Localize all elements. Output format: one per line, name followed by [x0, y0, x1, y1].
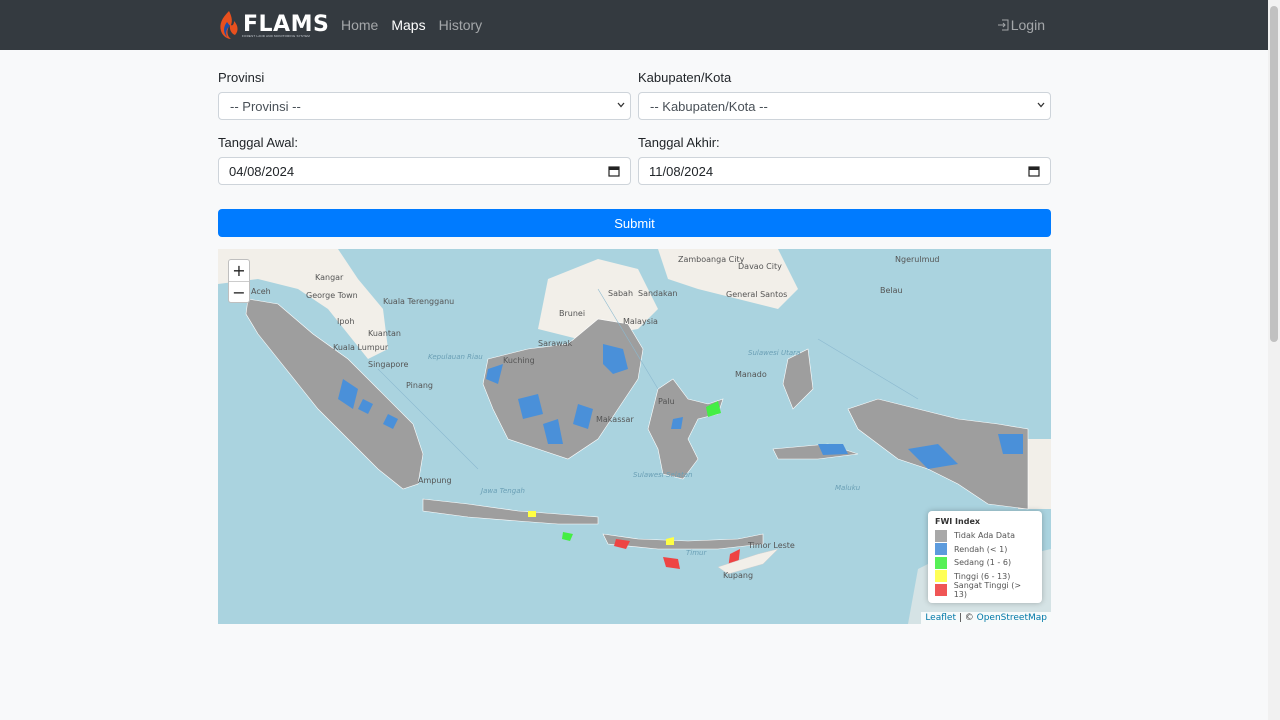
map-label-aceh: Aceh [251, 287, 271, 296]
tanggal-awal-label: Tanggal Awal: [218, 135, 298, 150]
nav-links: Home Maps History [341, 0, 482, 50]
fwi-map[interactable]: Kangar George Town Kuala Terengganu Ipoh… [218, 249, 1051, 624]
legend-swatch-tinggi [935, 570, 947, 583]
brand-logo[interactable]: FLAMS FOREST LAND AND MONITORING SYSTEM [218, 10, 329, 40]
legend-swatch-sangat-tinggi [935, 583, 947, 596]
osm-link[interactable]: OpenStreetMap [977, 613, 1047, 623]
legend-row: Tidak Ada Data [935, 529, 1035, 543]
provinsi-select[interactable]: -- Provinsi -- [218, 92, 631, 120]
map-label-brunei: Brunei [559, 309, 586, 318]
map-attribution: Leaflet | © OpenStreetMap [921, 612, 1051, 624]
legend-row: Sangat Tinggi (> 13) [935, 580, 1035, 599]
map-label-davao: Davao City [738, 262, 782, 271]
login-icon [997, 19, 1009, 31]
sea-label-maluku: Maluku [835, 484, 861, 492]
map-label-ampung: Ampung [418, 476, 452, 485]
map-label-ngerulmud: Ngerulmud [895, 255, 940, 264]
sea-label-kepri: Kepulauan Riau [428, 353, 483, 361]
legend-title: FWI Index [935, 517, 981, 526]
tanggal-akhir-input[interactable]: 11/08/2024 [638, 157, 1051, 185]
map-label-belau: Belau [880, 286, 903, 295]
brand-subtitle: FOREST LAND AND MONITORING SYSTEM [242, 34, 310, 38]
attribution-separator: | © [955, 613, 977, 623]
calendar-icon[interactable] [1028, 165, 1040, 177]
login-label: Login [1010, 17, 1045, 33]
sea-label-sulawesi-selatan: Sulawesi Selatan [633, 471, 693, 479]
legend-label: Sedang (1 - 6) [954, 558, 1012, 568]
nav-home-link[interactable]: Home [341, 17, 378, 33]
legend-swatch-sedang [935, 556, 947, 569]
chevron-down-icon [1037, 102, 1045, 108]
map-label-sandakan: Sandakan [638, 289, 678, 298]
calendar-icon[interactable] [608, 165, 620, 177]
kabupaten-selected-value: -- Kabupaten/Kota -- [650, 98, 768, 114]
region-ntt-tinggi[interactable] [666, 537, 674, 545]
tanggal-awal-input[interactable]: 04/08/2024 [218, 157, 631, 185]
legend-label: Tidak Ada Data [954, 531, 1015, 541]
sea-label-timur: Timur [686, 549, 707, 557]
legend-label: Sangat Tinggi (> 13) [953, 580, 1022, 599]
map-label-palu: Palu [658, 397, 675, 406]
map-label-makassar: Makassar [596, 415, 634, 424]
map-label-kangar: Kangar [315, 273, 344, 282]
legend-label: Tinggi (6 - 13) [954, 571, 1011, 581]
legend-row: Rendah (< 1) [935, 543, 1035, 557]
region-maluku-rendah[interactable] [818, 444, 848, 455]
legend-row: Sedang (1 - 6) [935, 556, 1035, 570]
login-link[interactable]: Login [997, 0, 1045, 50]
navbar: FLAMS FOREST LAND AND MONITORING SYSTEM … [0, 0, 1268, 50]
scrollbar-thumb[interactable] [1270, 6, 1278, 342]
chevron-down-icon [617, 102, 625, 108]
kabupaten-label: Kabupaten/Kota [638, 70, 732, 85]
fwi-legend: FWI Index Tidak Ada Data Rendah (< 1) Se… [928, 511, 1042, 603]
map-label-kuching: Kuching [503, 356, 535, 365]
map-label-general-santos: General Santos [726, 290, 788, 299]
region-sulawesi[interactable] [647, 378, 724, 480]
sea-label-sulawesi-utara: Sulawesi Utara [748, 349, 801, 357]
brand-name: FLAMS [243, 12, 330, 37]
region-bali-sedang[interactable] [562, 532, 573, 541]
tanggal-awal-value: 04/08/2024 [229, 163, 295, 179]
submit-button[interactable]: Submit [218, 209, 1051, 237]
map-label-kuala-lumpur: Kuala Lumpur [333, 343, 389, 352]
region-maluku-utara[interactable] [782, 348, 814, 410]
legend-swatch-tidak-ada-data [935, 529, 947, 542]
zoom-control: + − [228, 259, 250, 303]
map-tiles [218, 249, 1051, 624]
tanggal-akhir-label: Tanggal Akhir: [638, 135, 720, 150]
map-label-manado: Manado [735, 370, 767, 379]
tanggal-akhir-value: 11/08/2024 [649, 163, 714, 179]
flame-icon [220, 11, 238, 39]
kabupaten-select[interactable]: -- Kabupaten/Kota -- [638, 92, 1051, 120]
region-ntt-sangat-tinggi-1[interactable] [663, 557, 680, 569]
page-scrollbar[interactable] [1268, 0, 1280, 720]
region-sumatra[interactable] [245, 298, 424, 490]
map-label-kuantan: Kuantan [368, 329, 401, 338]
map-label-sabah: Sabah [608, 289, 634, 298]
nav-history-link[interactable]: History [439, 17, 483, 33]
map-label-kuala-terengganu: Kuala Terengganu [383, 297, 455, 306]
provinsi-label: Provinsi [218, 70, 265, 85]
zoom-out-button[interactable]: − [229, 281, 249, 302]
map-label-zamboanga: Zamboanga City [678, 255, 745, 264]
map-label-ipoh: Ipoh [337, 317, 355, 326]
legend-label: Rendah (< 1) [954, 544, 1008, 554]
map-label-sarawak: Sarawak [538, 339, 573, 348]
sea-label-jawa-tengah: Jawa Tengah [481, 487, 525, 495]
region-java[interactable] [422, 498, 599, 525]
map-label-kupang: Kupang [723, 571, 754, 580]
legend-swatch-rendah [935, 543, 947, 556]
map-label-singapore: Singapore [368, 360, 409, 369]
map-label-george-town: George Town [306, 291, 358, 300]
region-java-tinggi[interactable] [528, 511, 536, 517]
leaflet-link[interactable]: Leaflet [925, 613, 956, 623]
map-label-malaysia: Malaysia [623, 317, 658, 326]
map-label-timor-leste: Timor Leste [748, 541, 795, 550]
nav-maps-link[interactable]: Maps [391, 17, 425, 33]
map-label-pinang: Pinang [406, 381, 433, 390]
zoom-in-button[interactable]: + [229, 260, 249, 281]
provinsi-selected-value: -- Provinsi -- [230, 98, 301, 114]
